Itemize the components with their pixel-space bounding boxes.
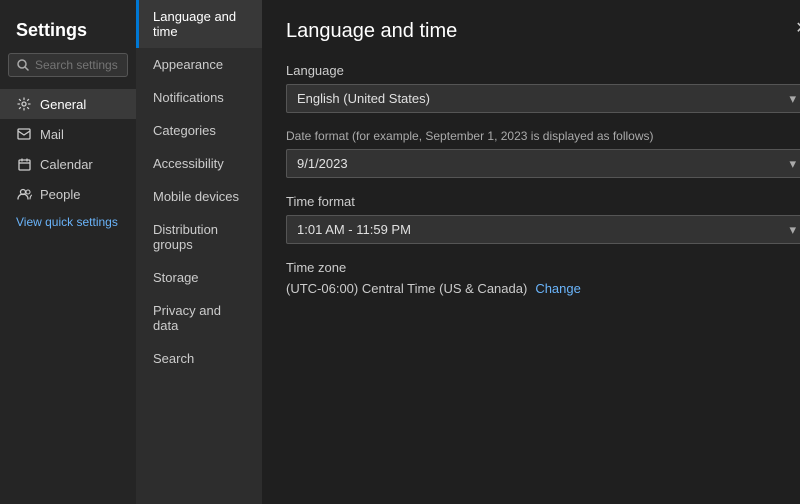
time-format-section: Time format 1:01 AM - 11:59 PM 01:01 - 2… [286, 194, 800, 244]
search-input[interactable] [35, 58, 119, 72]
sidebar-item-mail-label: Mail [40, 127, 64, 142]
main-content: Language and time ✕ Language English (Un… [262, 0, 800, 504]
menu-item-distribution-groups[interactable]: Distribution groups [136, 213, 262, 261]
search-icon [17, 59, 29, 71]
time-zone-section: Time zone (UTC-06:00) Central Time (US &… [286, 260, 800, 296]
gear-icon [16, 96, 32, 112]
settings-container: Settings General [0, 0, 800, 504]
sidebar-item-calendar[interactable]: Calendar [0, 149, 136, 179]
language-select[interactable]: English (United States) English (United … [286, 84, 800, 113]
time-format-label: Time format [286, 194, 800, 209]
main-title: Language and time [286, 20, 800, 43]
language-label: Language [286, 63, 800, 78]
calendar-icon [16, 156, 32, 172]
time-zone-label: Time zone [286, 260, 800, 275]
menu-item-notifications[interactable]: Notifications [136, 81, 262, 114]
date-format-select-wrapper: 9/1/2023 1/9/2023 September 1, 2023 1 Se… [286, 149, 800, 178]
menu-item-accessibility[interactable]: Accessibility [136, 147, 262, 180]
search-box[interactable] [8, 53, 128, 77]
menu-item-privacy-and-data[interactable]: Privacy and data [136, 294, 262, 342]
menu-item-language-and-time[interactable]: Language and time [136, 0, 262, 48]
middle-panel: Language and time Appearance Notificatio… [136, 0, 262, 504]
menu-item-search[interactable]: Search [136, 342, 262, 375]
mail-icon [16, 126, 32, 142]
sidebar-item-mail[interactable]: Mail [0, 119, 136, 149]
sidebar-item-people[interactable]: People [0, 179, 136, 209]
sidebar-item-people-label: People [40, 187, 80, 202]
language-section: Language English (United States) English… [286, 63, 800, 113]
menu-item-categories[interactable]: Categories [136, 114, 262, 147]
close-button[interactable]: ✕ [790, 16, 800, 40]
time-format-select-wrapper: 1:01 AM - 11:59 PM 01:01 - 23:59 ▾ [286, 215, 800, 244]
sidebar-item-general[interactable]: General [0, 89, 136, 119]
view-quick-settings[interactable]: View quick settings [0, 209, 136, 235]
menu-item-appearance[interactable]: Appearance [136, 48, 262, 81]
menu-item-mobile-devices[interactable]: Mobile devices [136, 180, 262, 213]
date-format-section: Date format (for example, September 1, 2… [286, 129, 800, 178]
menu-item-storage[interactable]: Storage [136, 261, 262, 294]
change-timezone-link[interactable]: Change [535, 281, 581, 296]
app-title: Settings [0, 12, 136, 53]
time-format-select[interactable]: 1:01 AM - 11:59 PM 01:01 - 23:59 [286, 215, 800, 244]
sidebar-item-calendar-label: Calendar [40, 157, 93, 172]
time-zone-value: (UTC-06:00) Central Time (US & Canada) [286, 281, 527, 296]
sidebar-item-general-label: General [40, 97, 86, 112]
language-select-wrapper: English (United States) English (United … [286, 84, 800, 113]
date-format-label: Date format (for example, September 1, 2… [286, 129, 800, 143]
people-icon [16, 186, 32, 202]
date-format-select[interactable]: 9/1/2023 1/9/2023 September 1, 2023 1 Se… [286, 149, 800, 178]
sidebar: Settings General [0, 0, 136, 504]
time-zone-row: (UTC-06:00) Central Time (US & Canada) C… [286, 281, 800, 296]
